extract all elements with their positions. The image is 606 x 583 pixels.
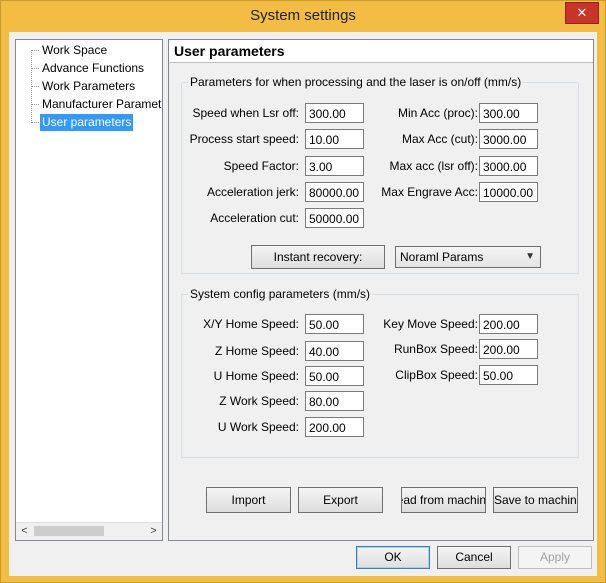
z-home-speed-label: Z Home Speed: (214, 344, 299, 358)
z-home-speed-input[interactable]: 40.00 (305, 341, 364, 361)
laser-parameters-group: Parameters for when processing and the l… (181, 75, 579, 274)
acceleration-cut-input[interactable]: 50000.00 (305, 208, 364, 228)
window-title: System settings (250, 7, 356, 24)
tree-connector (32, 86, 39, 87)
u-home-speed-label: U Home Speed: (213, 369, 299, 383)
u-home-speed-input[interactable]: 50.00 (305, 366, 364, 386)
close-icon: ✕ (576, 5, 588, 20)
export-button[interactable]: Export (298, 487, 383, 513)
max-acc-cut-input[interactable]: 3000.00 (479, 129, 538, 149)
max-acc-lsr-off-label: Max acc (lsr off): (389, 159, 478, 173)
laser-group-label: Parameters for when processing and the l… (188, 75, 524, 89)
scroll-right-icon[interactable]: > (145, 523, 162, 540)
system-group-label: System config parameters (mm/s) (188, 287, 373, 301)
settings-window: System settings ✕ Work Space Advance Fun… (0, 0, 606, 583)
min-acc-proc-input[interactable]: 300.00 (479, 103, 538, 123)
tree-connector (32, 50, 39, 51)
tree-horizontal-scrollbar[interactable]: < > (16, 522, 162, 540)
close-button[interactable]: ✕ (565, 2, 599, 24)
dialog-client-area: Work Space Advance Functions Work Parame… (9, 32, 597, 576)
system-config-group: System config parameters (mm/s) X/Y Home… (181, 287, 579, 458)
process-start-speed-label: Process start speed: (189, 132, 299, 146)
tree-item-manufacturer-parameters[interactable]: Manufacturer Paramet (40, 96, 162, 113)
max-acc-cut-label: Max Acc (cut): (401, 132, 478, 146)
save-to-machine-button[interactable]: Save to machine (493, 487, 578, 513)
runbox-speed-input[interactable]: 200.00 (479, 339, 538, 359)
read-from-machine-label: Read from machine (402, 493, 486, 507)
tree-connector (32, 104, 39, 105)
panel-header: User parameters (169, 40, 593, 63)
chevron-down-icon: ▼ (525, 251, 535, 262)
scroll-thumb[interactable] (34, 526, 104, 536)
clipbox-speed-input[interactable]: 50.00 (479, 365, 538, 385)
ok-button[interactable]: OK (356, 546, 430, 569)
apply-button[interactable]: Apply (518, 546, 592, 569)
speed-factor-input[interactable]: 3.00 (305, 156, 364, 176)
title-bar[interactable]: System settings ✕ (1, 1, 605, 31)
tree-connector (32, 122, 39, 123)
tree-item-user-parameters[interactable]: User parameters (40, 114, 134, 131)
params-preset-select[interactable]: Noraml Params ▼ (395, 246, 541, 268)
key-move-speed-input[interactable]: 200.00 (479, 314, 538, 334)
key-move-speed-label: Key Move Speed: (383, 317, 478, 331)
tree-item-work-space[interactable]: Work Space (40, 42, 109, 59)
z-work-speed-input[interactable]: 80.00 (305, 391, 364, 411)
acceleration-jerk-label: Acceleration jerk: (206, 185, 299, 199)
user-parameters-panel: User parameters Parameters for when proc… (168, 39, 594, 541)
process-start-speed-input[interactable]: 10.00 (305, 129, 364, 149)
min-acc-proc-label: Min Acc (proc): (397, 106, 478, 120)
read-from-machine-button[interactable]: Read from machine (401, 487, 486, 513)
clipbox-speed-label: ClipBox Speed: (395, 368, 478, 382)
acceleration-jerk-input[interactable]: 80000.00 (305, 182, 364, 202)
tree-item-advance-functions[interactable]: Advance Functions (40, 60, 146, 77)
params-preset-value: Noraml Params (400, 250, 484, 264)
u-work-speed-input[interactable]: 200.00 (305, 417, 364, 437)
panel-title: User parameters (174, 43, 285, 59)
z-work-speed-label: Z Work Speed: (219, 394, 299, 408)
settings-tree: Work Space Advance Functions Work Parame… (15, 39, 163, 541)
cancel-button[interactable]: Cancel (437, 546, 511, 569)
xy-home-speed-input[interactable]: 50.00 (305, 314, 364, 334)
speed-lsr-off-input[interactable]: 300.00 (305, 103, 364, 123)
speed-factor-label: Speed Factor: (223, 159, 299, 173)
acceleration-cut-label: Acceleration cut: (210, 211, 299, 225)
max-engrave-acc-label: Max Engrave Acc: (381, 185, 478, 199)
runbox-speed-label: RunBox Speed: (393, 342, 478, 356)
xy-home-speed-label: X/Y Home Speed: (203, 317, 299, 331)
max-acc-lsr-off-input[interactable]: 3000.00 (479, 156, 538, 176)
max-engrave-acc-input[interactable]: 10000.00 (479, 182, 538, 202)
tree-item-work-parameters[interactable]: Work Parameters (40, 78, 137, 95)
tree-connector (32, 68, 39, 69)
instant-recovery-button[interactable]: Instant recovery: (251, 245, 385, 269)
u-work-speed-label: U Work Speed: (217, 420, 299, 434)
import-button[interactable]: Import (206, 487, 291, 513)
scroll-left-icon[interactable]: < (16, 523, 33, 540)
speed-lsr-off-label: Speed when Lsr off: (192, 106, 299, 120)
